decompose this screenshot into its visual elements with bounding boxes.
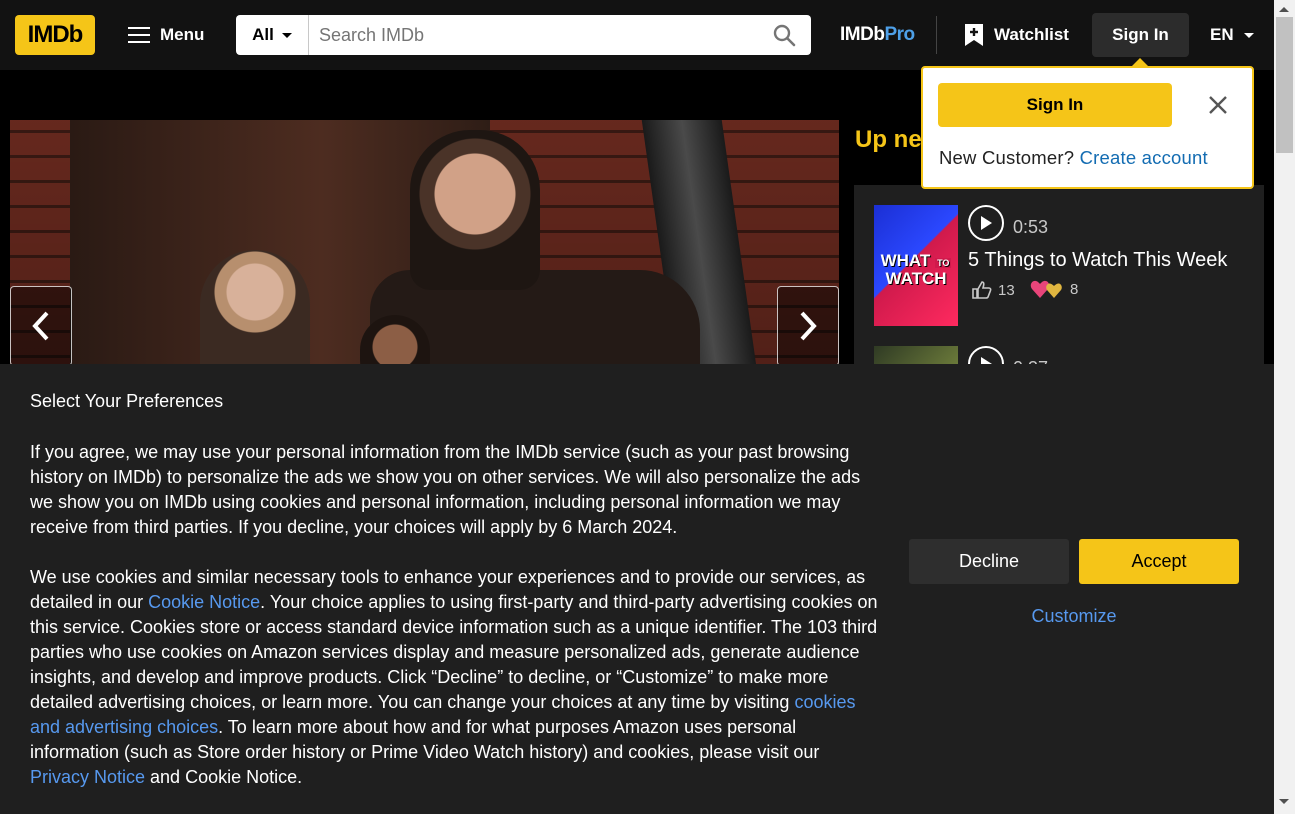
caret-down-icon: [281, 32, 292, 38]
top-navbar: IMDb Menu All IMDbPro Watchlist Sig: [0, 0, 1274, 70]
language-label: EN: [1210, 25, 1234, 44]
menu-button[interactable]: Menu: [118, 14, 218, 56]
love-count: 8: [1030, 279, 1078, 299]
carousel-next-button[interactable]: [777, 286, 839, 366]
hamburger-icon: [128, 27, 150, 43]
cookie-paragraph-1: If you agree, we may use your personal i…: [30, 442, 861, 537]
thumbnail-text: WATCH: [885, 269, 947, 288]
popover-arrow: [1130, 58, 1150, 68]
cookie-consent-banner: Select Your Preferences If you agree, we…: [0, 364, 1274, 814]
cookie-notice-link[interactable]: Cookie Notice: [148, 592, 260, 612]
imdbpro-pro-text: Pro: [884, 24, 915, 45]
carousel-prev-button[interactable]: [10, 286, 72, 366]
popover-close-button[interactable]: [1203, 90, 1233, 120]
heart-reaction-icon: [1030, 280, 1062, 298]
decline-button[interactable]: Decline: [909, 539, 1069, 584]
close-icon: [1209, 96, 1227, 114]
video-title[interactable]: 5 Things to Watch This Week: [968, 249, 1227, 272]
create-account-link[interactable]: Create account: [1080, 147, 1208, 168]
page-scrollbar[interactable]: [1274, 0, 1295, 814]
cookie-text: and Cookie Notice.: [145, 767, 303, 787]
accept-button[interactable]: Accept: [1079, 539, 1239, 584]
bookmark-plus-icon: [965, 24, 983, 46]
up-next-item[interactable]: WHAT TO WATCH 0:53 5 Things to Watch Thi…: [874, 205, 1254, 326]
video-duration: 0:53: [1013, 217, 1049, 237]
sign-in-button[interactable]: Sign In: [1092, 13, 1189, 57]
video-thumbnail[interactable]: WHAT TO WATCH: [874, 205, 958, 326]
search-category-label: All: [252, 25, 274, 44]
search-input[interactable]: [309, 15, 757, 55]
like-count: 13: [972, 281, 1015, 299]
like-count-value: 13: [998, 281, 1015, 299]
thumbs-up-icon: [972, 281, 992, 299]
customize-link[interactable]: Customize: [1009, 606, 1139, 627]
chevron-left-icon: [32, 311, 49, 341]
love-count-value: 8: [1070, 280, 1079, 298]
search-icon: [773, 24, 796, 47]
chevron-right-icon: [800, 311, 817, 341]
scrollbar-thumb[interactable]: [1276, 17, 1293, 153]
play-button[interactable]: [968, 205, 1004, 241]
popover-sign-in-button[interactable]: Sign In: [938, 83, 1172, 127]
menu-label: Menu: [160, 25, 205, 44]
watchlist-button[interactable]: Watchlist: [958, 14, 1075, 56]
caret-down-icon: [1243, 32, 1254, 38]
imdb-logo[interactable]: IMDb: [15, 15, 95, 55]
play-icon: [981, 216, 992, 230]
up-next-panel: WHAT TO WATCH 0:53 5 Things to Watch Thi…: [854, 185, 1264, 386]
hero-trailer-image[interactable]: [10, 120, 839, 380]
cookie-paragraph-2: We use cookies and similar necessary too…: [30, 565, 880, 790]
new-customer-text: New Customer?: [939, 147, 1075, 168]
scroll-down-arrow-icon[interactable]: [1279, 799, 1289, 804]
privacy-notice-link[interactable]: Privacy Notice: [30, 767, 145, 787]
search-category-dropdown[interactable]: All: [236, 15, 309, 55]
thumbnail-text: WHAT: [880, 251, 931, 270]
imdbpro-imdb-text: IMDb: [840, 24, 885, 45]
cookie-banner-title: Select Your Preferences: [30, 391, 224, 411]
search-bar: All: [236, 15, 811, 55]
new-customer-line: New Customer? Create account: [939, 147, 1208, 169]
watchlist-label: Watchlist: [994, 25, 1069, 44]
search-button[interactable]: [757, 15, 811, 55]
header-divider: [936, 16, 937, 54]
sign-in-popover: Sign In New Customer? Create account: [921, 58, 1254, 189]
language-dropdown[interactable]: EN: [1206, 14, 1258, 56]
thumbnail-text: TO: [935, 258, 952, 268]
imdbpro-link[interactable]: IMDbPro: [840, 24, 915, 46]
scroll-up-arrow-icon[interactable]: [1279, 7, 1289, 12]
